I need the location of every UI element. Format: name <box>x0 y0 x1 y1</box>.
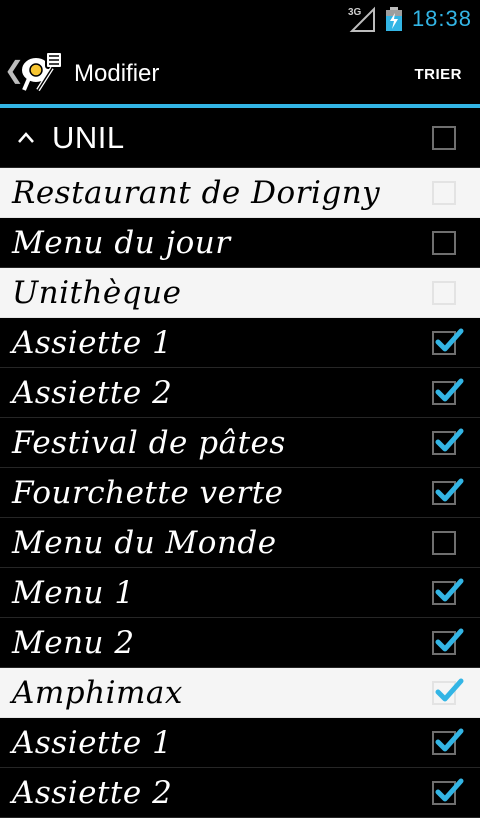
checkmark-icon <box>435 628 464 652</box>
status-bar: 3G 18:38 <box>0 0 480 38</box>
list-item-label: Assiette 2 <box>12 375 173 411</box>
list-item[interactable]: Assiette 2 <box>0 768 480 818</box>
list-item-label: Menu 1 <box>12 575 135 611</box>
checkbox[interactable] <box>432 778 464 805</box>
checkmark-icon <box>435 578 464 602</box>
checkbox[interactable] <box>432 328 464 355</box>
list-item[interactable]: Menu 1 <box>0 568 480 618</box>
checkbox[interactable] <box>432 728 464 755</box>
list-item-label: Assiette 1 <box>12 725 173 761</box>
checkbox[interactable] <box>432 678 464 705</box>
menu-list: UNIL Restaurant de Dorigny Menu du jour Uni… <box>0 108 480 818</box>
network-type-label: 3G <box>347 7 362 18</box>
checkbox[interactable] <box>432 281 456 305</box>
signal-icon: 3G <box>348 5 376 33</box>
list-item-label: Amphimax <box>12 675 183 711</box>
checkbox[interactable] <box>432 478 464 505</box>
checkbox[interactable] <box>432 378 464 405</box>
list-section[interactable]: Amphimax <box>0 668 480 718</box>
chevron-up-icon[interactable] <box>16 130 36 144</box>
checkbox[interactable] <box>432 231 456 255</box>
list-item-label: Festival de pâtes <box>12 425 286 461</box>
list-group-header[interactable]: UNIL <box>0 108 480 168</box>
list-section[interactable]: Restaurant de Dorigny <box>0 168 480 218</box>
list-item-label: Fourchette verte <box>12 475 284 511</box>
checkmark-icon <box>435 778 464 802</box>
sort-button[interactable]: TRIER <box>415 66 463 83</box>
list-item-label: Assiette 1 <box>12 325 173 361</box>
checkbox[interactable] <box>432 126 456 150</box>
list-item[interactable]: Menu du Monde <box>0 518 480 568</box>
list-item[interactable]: Menu du jour <box>0 218 480 268</box>
list-item-label: Unithèque <box>12 275 182 311</box>
list-item-label: Menu 2 <box>12 625 135 661</box>
list-item[interactable]: Menu 2 <box>0 618 480 668</box>
list-section[interactable]: Unithèque <box>0 268 480 318</box>
checkmark-icon <box>435 328 464 352</box>
checkbox[interactable] <box>432 578 464 605</box>
checkmark-icon <box>435 678 464 702</box>
status-icons: 3G 18:38 <box>348 0 472 38</box>
checkmark-icon <box>435 478 464 502</box>
list-item-label: Restaurant de Dorigny <box>12 175 381 211</box>
list-item[interactable]: Festival de pâtes <box>0 418 480 468</box>
list-item-label: UNIL <box>52 120 125 155</box>
checkmark-icon <box>435 728 464 752</box>
list-item[interactable]: Assiette 1 <box>0 318 480 368</box>
checkbox[interactable] <box>432 628 464 655</box>
list-item-label: Assiette 2 <box>12 775 173 811</box>
checkbox[interactable] <box>432 181 456 205</box>
list-item[interactable]: Fourchette verte <box>0 468 480 518</box>
list-item[interactable]: Assiette 1 <box>0 718 480 768</box>
checkmark-icon <box>435 428 464 452</box>
checkbox[interactable] <box>432 428 464 455</box>
action-bar: ❮ Modifier TRIER <box>0 38 480 108</box>
app-logo-icon[interactable] <box>18 50 66 96</box>
list-item-label: Menu du jour <box>12 225 231 261</box>
checkbox[interactable] <box>432 531 456 555</box>
battery-icon <box>385 7 402 31</box>
status-clock: 18:38 <box>411 6 472 31</box>
checkmark-icon <box>435 378 464 402</box>
list-item[interactable]: Assiette 2 <box>0 368 480 418</box>
page-title: Modifier <box>74 60 160 87</box>
list-item-label: Menu du Monde <box>12 525 277 561</box>
